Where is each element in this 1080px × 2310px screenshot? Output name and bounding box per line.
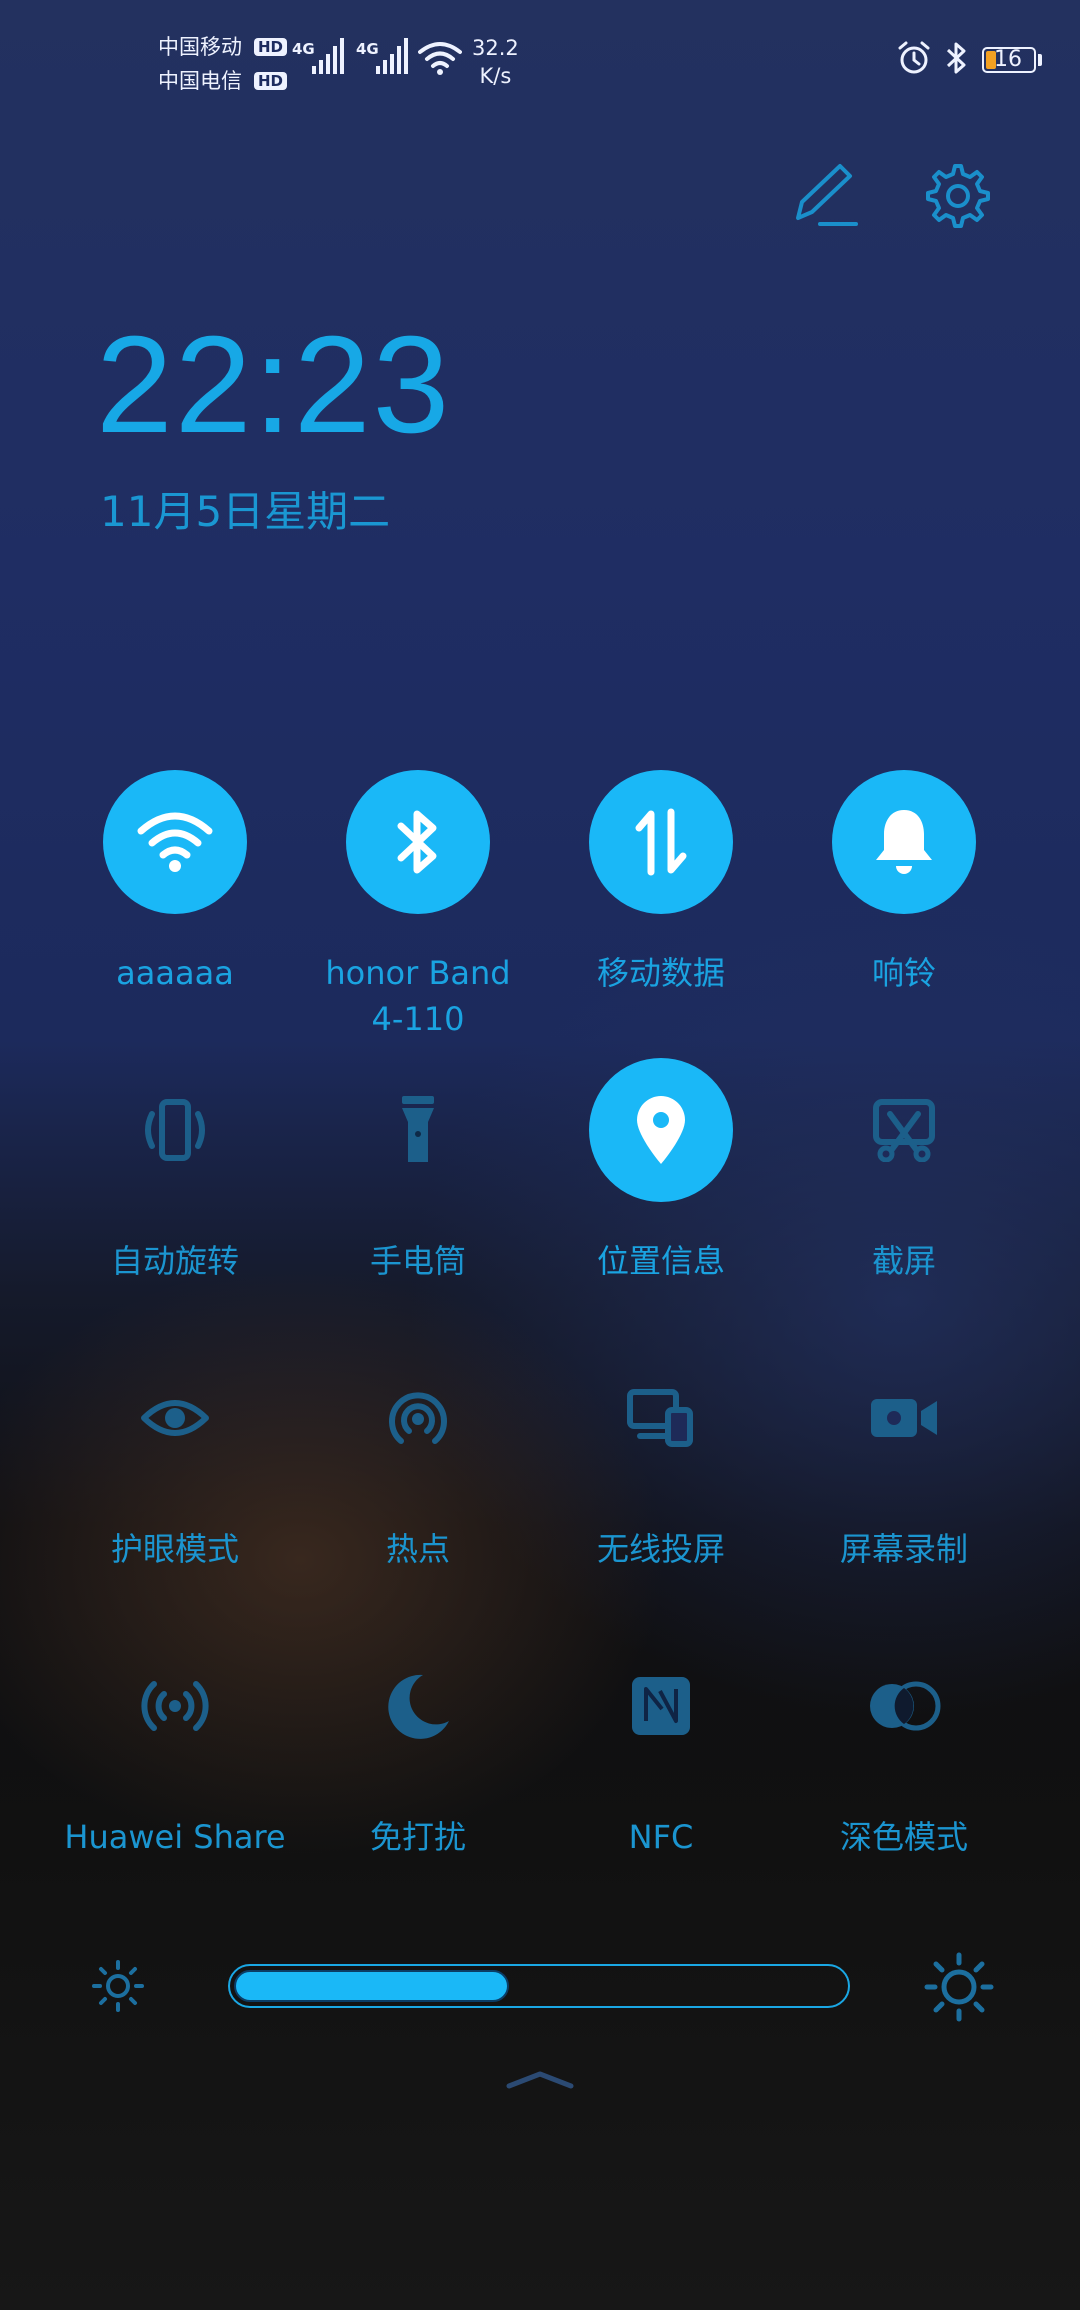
tile-bluetooth[interactable]: honor Band 4-110 xyxy=(298,770,538,1042)
tile-label: 位置信息 xyxy=(596,1242,725,1280)
tile-label: 护眼模式 xyxy=(110,1530,239,1568)
mobile-data-icon[interactable] xyxy=(589,770,733,914)
tile-eye-comfort[interactable]: 护眼模式 xyxy=(55,1346,295,1572)
brightness-fill xyxy=(234,1970,509,2002)
dark-mode-icon[interactable] xyxy=(832,1634,976,1778)
speed-value: 32.2 xyxy=(472,36,519,60)
tile-huawei-share[interactable]: Huawei Share xyxy=(55,1634,295,1860)
screenshot-icon[interactable] xyxy=(832,1058,976,1202)
hd-badge: HD xyxy=(254,38,288,56)
tile-hotspot[interactable]: 热点 xyxy=(298,1346,538,1572)
tile-label: 截屏 xyxy=(871,1242,936,1280)
tile-label: 手电筒 xyxy=(369,1242,466,1280)
network-speed: 32.2 K/s xyxy=(472,34,519,90)
hotspot-icon[interactable] xyxy=(346,1346,490,1490)
alarm-icon xyxy=(896,40,932,80)
tile-label: aaaaaa xyxy=(116,954,234,992)
tile-wireless-projection[interactable]: 无线投屏 xyxy=(541,1346,781,1572)
nfc-icon[interactable] xyxy=(589,1634,733,1778)
flashlight-icon[interactable] xyxy=(346,1058,490,1202)
tile-mobile-data[interactable]: 移动数据 xyxy=(541,770,781,996)
huawei-share-icon[interactable] xyxy=(103,1634,247,1778)
edit-button[interactable] xyxy=(790,160,860,230)
bluetooth-status-icon xyxy=(944,40,970,80)
brightness-slider[interactable] xyxy=(228,1964,850,2008)
tile-nfc[interactable]: NFC xyxy=(541,1634,781,1860)
tile-label: 免打扰 xyxy=(369,1818,466,1856)
bluetooth-icon[interactable] xyxy=(346,770,490,914)
bell-icon[interactable] xyxy=(832,770,976,914)
tile-label: 自动旋转 xyxy=(110,1242,239,1280)
tile-label: 无线投屏 xyxy=(596,1530,725,1568)
cast-icon[interactable] xyxy=(589,1346,733,1490)
sun-small-icon xyxy=(90,1958,146,2018)
tile-label: NFC xyxy=(628,1818,694,1856)
tile-flashlight[interactable]: 手电筒 xyxy=(298,1058,538,1284)
tile-label: 深色模式 xyxy=(839,1818,968,1856)
signal-2-icon: 4G xyxy=(356,36,412,82)
battery-icon: 16 xyxy=(982,47,1042,73)
clock-time: 22:23 xyxy=(96,308,452,462)
tile-label: honor Band 4-110 xyxy=(325,954,511,1038)
tile-location[interactable]: 位置信息 xyxy=(541,1058,781,1284)
tile-label: 移动数据 xyxy=(596,954,725,992)
tile-do-not-disturb[interactable]: 免打扰 xyxy=(298,1634,538,1860)
expand-chevron-icon[interactable] xyxy=(505,2068,575,2096)
tile-screen-record[interactable]: 屏幕录制 xyxy=(784,1346,1024,1572)
wifi-icon[interactable] xyxy=(103,770,247,914)
location-icon[interactable] xyxy=(589,1058,733,1202)
video-record-icon[interactable] xyxy=(832,1346,976,1490)
eye-icon[interactable] xyxy=(103,1346,247,1490)
tile-wifi[interactable]: aaaaaa xyxy=(55,770,295,996)
battery-level: 16 xyxy=(994,47,1022,72)
tile-label: Huawei Share xyxy=(64,1818,286,1856)
moon-icon[interactable] xyxy=(346,1634,490,1778)
clock-date: 11月5日星期二 xyxy=(100,487,391,536)
auto-rotate-icon[interactable] xyxy=(103,1058,247,1202)
tile-screenshot[interactable]: 截屏 xyxy=(784,1058,1024,1284)
carrier-1: 中国移动 xyxy=(158,35,242,59)
settings-button[interactable] xyxy=(920,160,990,230)
tile-label: 热点 xyxy=(385,1530,450,1568)
status-bar: 中国移动 HD 中国电信 HD 4G 4G 32.2 K/s 16 xyxy=(0,0,1080,120)
tile-dark-mode[interactable]: 深色模式 xyxy=(784,1634,1024,1860)
tile-label: 响铃 xyxy=(871,954,936,992)
signal-1-icon: 4G xyxy=(292,36,348,82)
carrier-info: 中国移动 HD 中国电信 HD xyxy=(158,30,288,98)
hd-badge: HD xyxy=(254,72,288,90)
pencil-icon xyxy=(796,164,858,226)
carrier-2: 中国电信 xyxy=(158,69,242,93)
net-type-2: 4G xyxy=(356,40,379,58)
speed-unit: K/s xyxy=(479,64,512,88)
tile-ring[interactable]: 响铃 xyxy=(784,770,1024,996)
net-type-1: 4G xyxy=(292,40,315,58)
tile-label: 屏幕录制 xyxy=(839,1530,968,1568)
tile-auto-rotate[interactable]: 自动旋转 xyxy=(55,1058,295,1284)
gear-icon xyxy=(926,164,990,228)
wifi-status-icon xyxy=(418,40,462,80)
sun-large-icon xyxy=(924,1952,994,2026)
